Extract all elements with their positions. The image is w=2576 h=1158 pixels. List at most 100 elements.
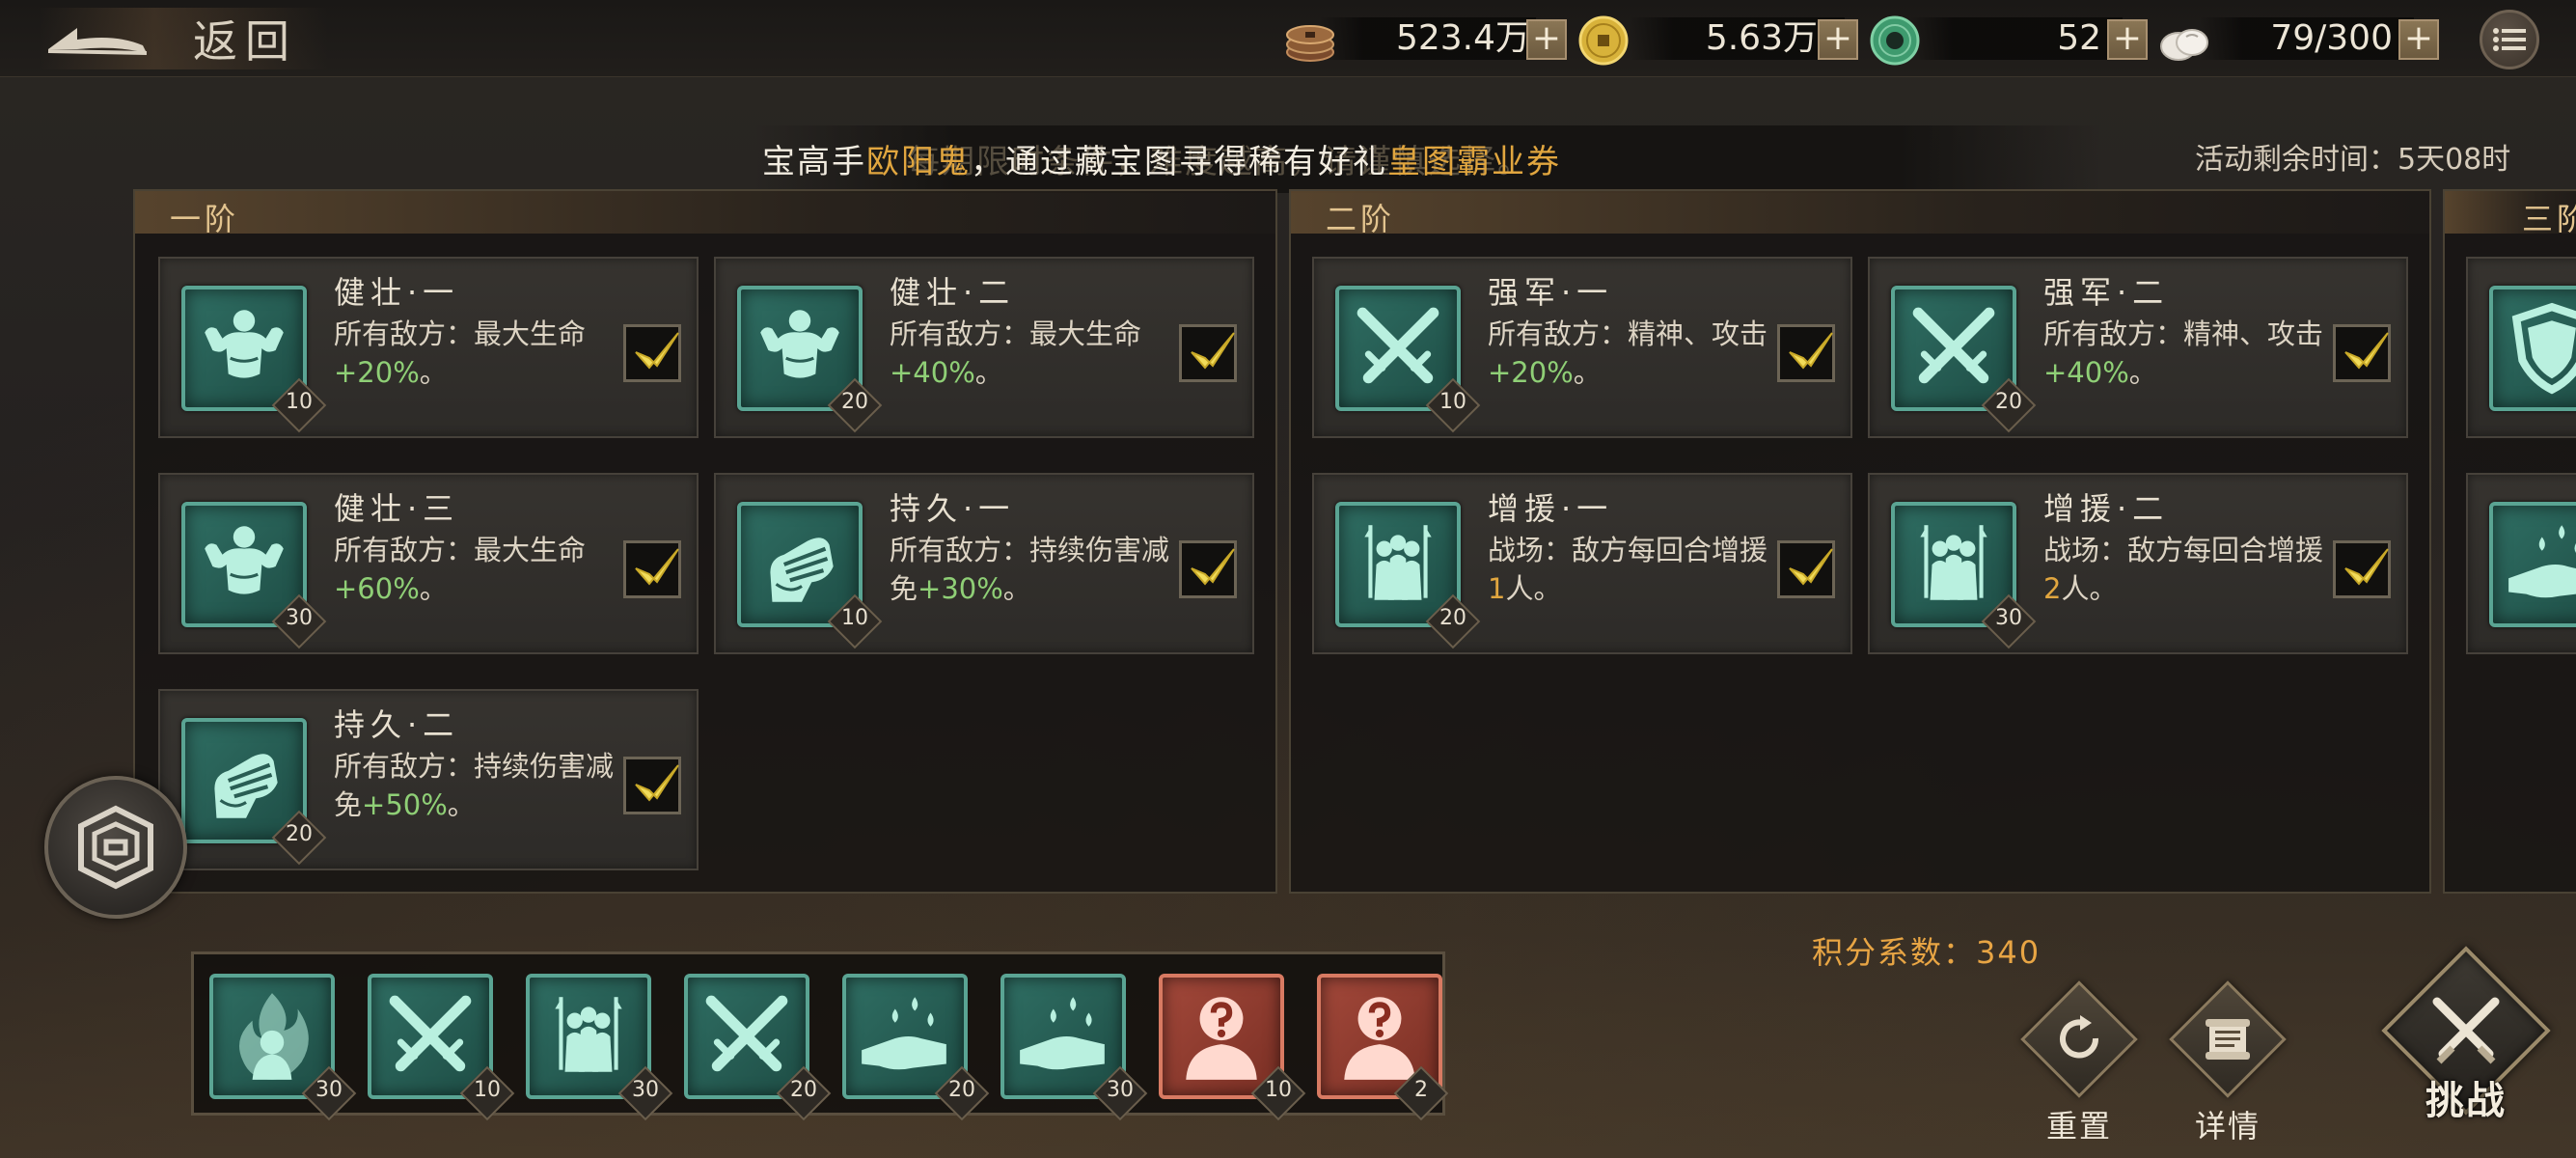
details-button[interactable]: 详情 — [2167, 980, 2288, 1144]
affix-icon — [2489, 286, 2576, 411]
armored-fist-icon — [195, 731, 293, 830]
level-number: 20 — [790, 1078, 817, 1102]
level-number: 30 — [315, 1078, 343, 1102]
challenge-label: 挑战 — [2425, 1079, 2507, 1123]
gold-coin-icon — [1578, 15, 1629, 66]
menu-button[interactable] — [2480, 10, 2539, 69]
bun-value: 79/300 — [2270, 18, 2393, 58]
level-number: 10 — [1439, 390, 1466, 414]
checkmark-icon — [1191, 548, 1235, 585]
crossed-swords-icon — [381, 987, 480, 1086]
affix-description: 所有敌方：最大生命+20%。 — [334, 317, 587, 389]
affix-checkbox[interactable] — [623, 540, 681, 598]
add-bun-button[interactable]: + — [2398, 19, 2439, 60]
level-number: 10 — [841, 606, 868, 630]
flame-general-icon — [239, 993, 309, 1080]
affix-card-zengyuan-1[interactable]: 20 增援·一 战场：敌方每回合增援1人。 — [1312, 473, 1852, 654]
affix-name: 健壮·二 — [890, 274, 1016, 311]
affix-card-qiangjun-2[interactable]: 20 强军·二 所有敌方：精神、攻击+40%。 — [1868, 257, 2408, 438]
crossed-swords-icon — [2432, 997, 2500, 1064]
mystery-person-icon — [1330, 987, 1429, 1086]
affix-description: 所有敌方：精神、攻击+20%。 — [1488, 317, 1768, 389]
treasure-box-icon — [78, 805, 153, 890]
affix-checkbox[interactable] — [1179, 540, 1237, 598]
event-remaining-time: 活动剩余时间：5天08时 — [2195, 143, 2511, 177]
affix-name: 增援·二 — [2043, 490, 2170, 527]
level-number: 30 — [286, 606, 313, 630]
checkmark-icon — [1789, 548, 1833, 585]
affix-checkbox[interactable] — [2333, 540, 2391, 598]
gold-coin-value: 5.63万 — [1705, 18, 1818, 58]
checkmark-icon — [635, 332, 679, 369]
armored-fist-icon — [751, 515, 849, 614]
tier-1-header — [135, 191, 1275, 234]
checkmark-icon — [2344, 332, 2389, 369]
army-icon — [1920, 525, 1987, 600]
affix-description: 战场：敌方每回合增援2人。 — [2043, 534, 2324, 605]
treasure-map-button[interactable] — [44, 776, 187, 919]
hand-icon — [1020, 997, 1105, 1070]
affix-name: 强军·一 — [1488, 274, 1614, 311]
checkmark-icon — [2344, 548, 2389, 585]
checkmark-icon — [635, 548, 679, 585]
affix-description: 所有敌方：最大生命+60%。 — [334, 534, 587, 605]
army-icon — [555, 997, 622, 1072]
affix-checkbox[interactable] — [1179, 324, 1237, 382]
affix-card-chijiu-2[interactable]: 20 持久·二 所有敌方：持续伤害减免+50%。 — [158, 689, 699, 870]
level-number: 30 — [1995, 606, 2022, 630]
affix-card-zengyuan-2[interactable]: 30 增援·二 战场：敌方每回合增援2人。 — [1868, 473, 2408, 654]
add-jade-button[interactable]: + — [2107, 19, 2148, 60]
back-label: 返回 — [193, 15, 297, 68]
affix-icon — [2489, 502, 2576, 627]
level-number: 30 — [1107, 1078, 1134, 1102]
tier-2-header — [1291, 191, 2429, 234]
affix-checkbox[interactable] — [2333, 324, 2391, 382]
challenge-button[interactable]: 挑战 — [2370, 946, 2562, 1139]
affix-checkbox[interactable] — [1777, 540, 1835, 598]
mystery-person-icon — [1172, 987, 1271, 1086]
level-number: 2 — [1414, 1078, 1428, 1102]
hand-icon — [862, 997, 946, 1070]
tier-3-title: 三阶 — [2522, 201, 2576, 237]
reset-button[interactable]: 重置 — [2018, 980, 2140, 1144]
add-copper-button[interactable]: + — [1526, 19, 1567, 60]
level-number: 10 — [474, 1078, 501, 1102]
affix-checkbox[interactable] — [623, 757, 681, 814]
strong-man-icon — [203, 308, 286, 380]
affix-name: 持久·一 — [890, 490, 1016, 527]
jade-icon — [1870, 15, 1920, 66]
affix-card-tier3-1[interactable] — [2466, 257, 2576, 438]
affix-checkbox[interactable] — [1777, 324, 1835, 382]
level-number: 20 — [1995, 390, 2022, 414]
affix-checkbox[interactable] — [623, 324, 681, 382]
affix-name: 强军·二 — [2043, 274, 2170, 311]
level-number: 10 — [1265, 1078, 1292, 1102]
copper-coins-icon — [1286, 25, 1334, 62]
level-number: 10 — [286, 390, 313, 414]
affix-card-qiangjun-1[interactable]: 10 强军·一 所有敌方：精神、攻击+20%。 — [1312, 257, 1852, 438]
level-number: 30 — [632, 1078, 659, 1102]
affix-name: 健壮·一 — [334, 274, 460, 311]
affix-card-chijiu-1[interactable]: 10 持久·一 所有敌方：持续伤害减免+30%。 — [714, 473, 1254, 654]
affix-card-tier3-2[interactable] — [2466, 473, 2576, 654]
affix-description: 所有敌方：持续伤害减免+30%。 — [890, 534, 1170, 605]
add-gold-button[interactable]: + — [1818, 19, 1858, 60]
crossed-swords-icon — [1905, 299, 2003, 398]
level-number: 20 — [1439, 606, 1466, 630]
hand-icon — [2508, 525, 2576, 598]
affix-description: 所有敌方：最大生命+40%。 — [890, 317, 1142, 389]
affix-card-jianzhuang-1[interactable]: 10 健壮·一 所有敌方：最大生命+20%。 — [158, 257, 699, 438]
score-coefficient: 积分系数：340 — [1812, 934, 2042, 971]
game-screen: 返回 523.4万 + 5.63万 + 52 + 79/300 + 每期限时条件… — [0, 0, 2576, 1158]
jade-value: 52 — [2057, 18, 2101, 58]
affix-card-jianzhuang-3[interactable]: 30 健壮·三 所有敌方：最大生命+60%。 — [158, 473, 699, 654]
level-number: 20 — [841, 390, 868, 414]
back-button[interactable]: 返回 — [39, 8, 328, 69]
crossed-swords-icon — [1349, 299, 1447, 398]
affix-name: 健壮·三 — [334, 490, 460, 527]
list-menu-icon — [2493, 28, 2526, 51]
affix-card-jianzhuang-2[interactable]: 20 健壮·二 所有敌方：最大生命+40%。 — [714, 257, 1254, 438]
affix-description: 战场：敌方每回合增援1人。 — [1488, 534, 1768, 605]
crossed-swords-icon — [698, 987, 796, 1086]
affix-name: 持久·二 — [334, 706, 460, 743]
